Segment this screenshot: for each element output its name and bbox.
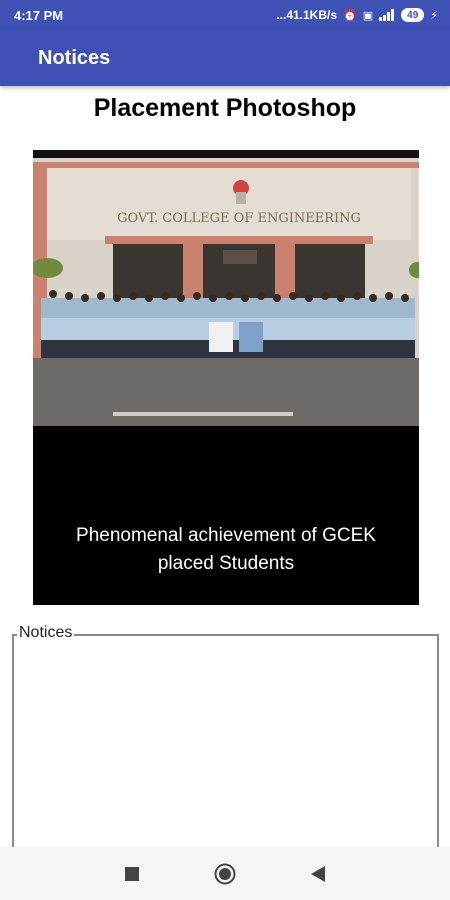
notices-legend: Notices: [17, 624, 75, 642]
building-sign: GOVT. COLLEGE OF ENGINEERING: [117, 211, 361, 226]
network-speed: ...41.1KB/s: [276, 8, 338, 22]
app-title: Notices: [38, 46, 111, 69]
home-button[interactable]: [195, 847, 255, 900]
signal-icon: [379, 9, 395, 21]
battery-icon: 49: [401, 8, 425, 22]
notices-list[interactable]: [12, 634, 439, 864]
section-heading: Placement Photoshop: [93, 94, 357, 122]
charging-icon: ⚡: [430, 9, 438, 22]
app-bar: Notices: [0, 30, 450, 86]
status-bar: 4:17 PM ...41.1KB/s ⏰ ▣ 49 ⚡: [0, 0, 450, 30]
photo-caption: Phenomenal achievement of GCEK placed St…: [33, 522, 419, 578]
caption-line-1: Phenomenal achievement of GCEK: [76, 525, 376, 546]
sim-icon: ▣: [362, 9, 374, 22]
recent-apps-icon: [125, 866, 139, 881]
group-photo: GOVT. COLLEGE OF ENGINEERING: [33, 150, 419, 426]
status-time: 4:17 PM: [14, 7, 64, 23]
status-indicators: ...41.1KB/s ⏰ ▣ 49 ⚡: [276, 8, 438, 22]
alarm-icon: ⏰: [343, 9, 357, 22]
photo-card[interactable]: GOVT. COLLEGE OF ENGINEERING Phenomenal …: [33, 150, 419, 605]
battery-level: 49: [407, 9, 419, 21]
navigation-bar: [0, 847, 450, 900]
back-button[interactable]: [288, 847, 348, 900]
caption-line-2: placed Students: [157, 553, 295, 574]
home-icon: [214, 863, 236, 884]
back-icon: [311, 865, 325, 882]
recent-apps-button[interactable]: [102, 847, 162, 900]
